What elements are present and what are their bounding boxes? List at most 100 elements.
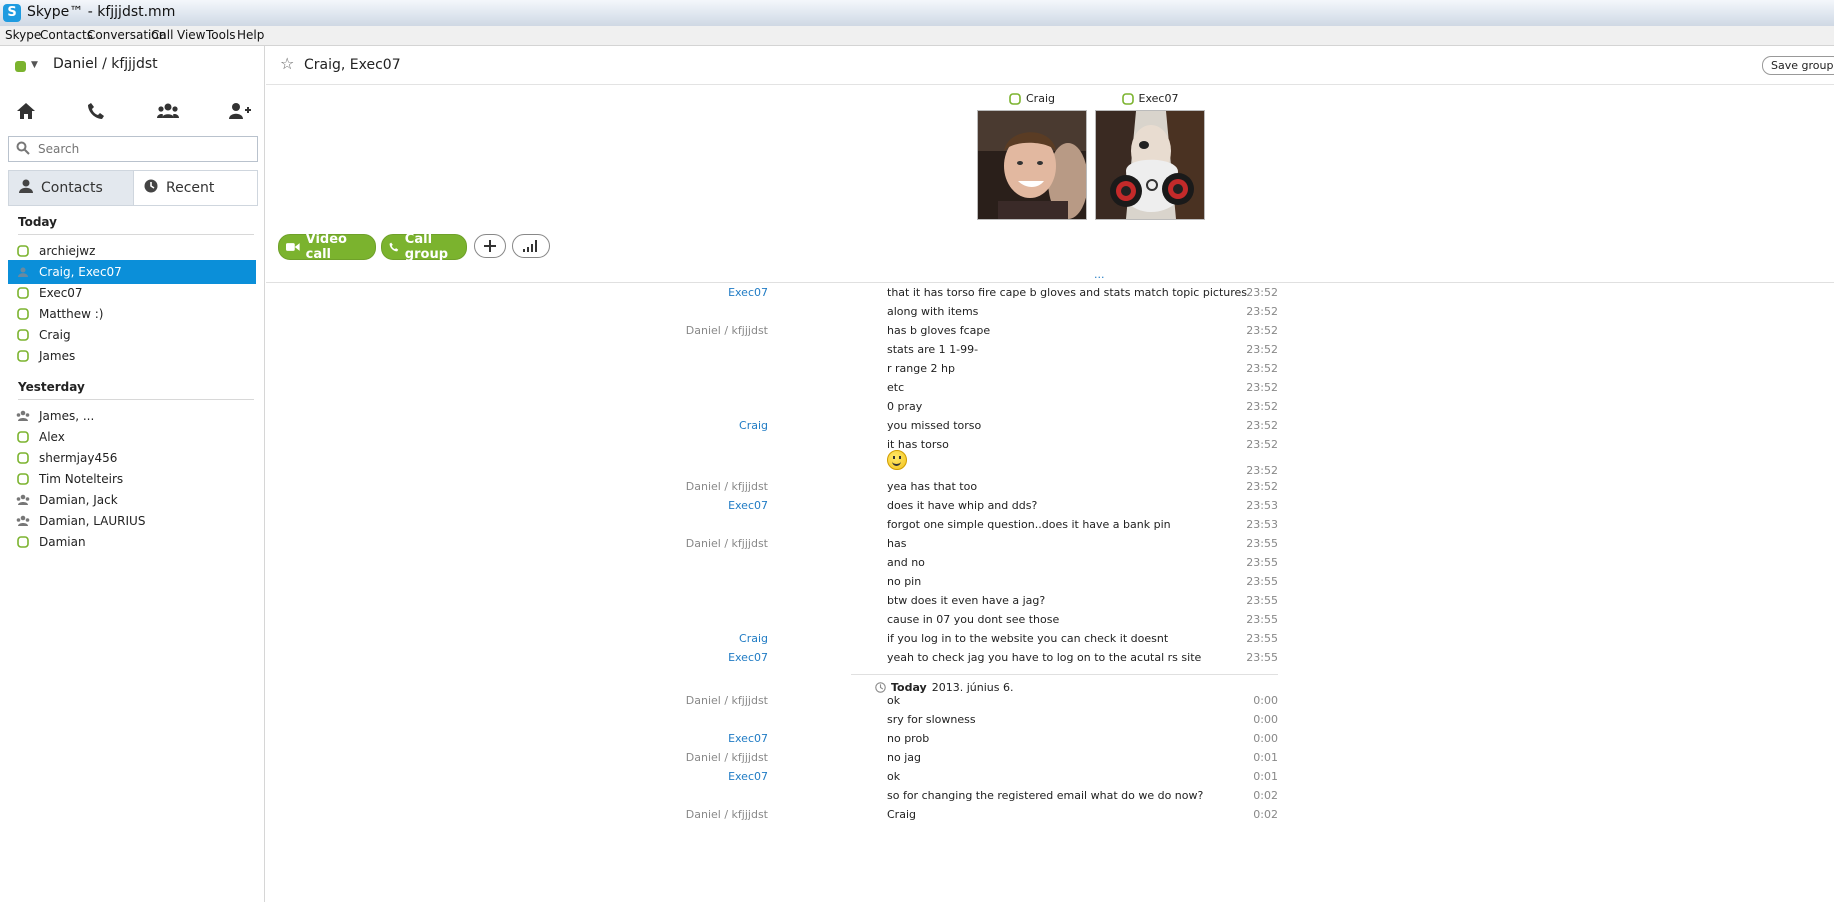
message-text: no jag <box>887 751 921 764</box>
avatar <box>1095 110 1205 220</box>
chat-message: sry for slowness 0:00 <box>266 713 1834 733</box>
phone-icon <box>389 242 399 252</box>
list-item[interactable]: Damian <box>8 530 256 554</box>
group-contacts-icon <box>16 515 30 526</box>
message-sender[interactable]: Exec07 <box>728 732 768 745</box>
search-box[interactable] <box>8 136 258 162</box>
list-item-label: James <box>39 349 76 363</box>
message-time: 23:52 <box>1246 324 1278 337</box>
message-time: 23:52 <box>1246 464 1278 477</box>
chat-message: Craig if you log in to the website you c… <box>266 632 1834 652</box>
message-time: 23:55 <box>1246 651 1278 664</box>
group-header-yesterday: Yesterday <box>18 380 85 394</box>
message-sender[interactable]: Exec07 <box>728 286 768 299</box>
message-text: yea has that too <box>887 480 978 493</box>
participant-card[interactable]: Craig <box>977 92 1088 223</box>
add-button[interactable] <box>474 234 506 258</box>
chat-message: Exec07 does it have whip and dds? 23:53 <box>266 499 1834 519</box>
message-sender[interactable]: Exec07 <box>728 770 768 783</box>
message-text: does it have whip and dds? <box>887 499 1038 512</box>
skype-logo-icon: S <box>3 4 21 22</box>
list-item[interactable]: James <box>8 344 256 368</box>
search-input[interactable] <box>36 139 250 159</box>
online-status-icon <box>1009 92 1021 105</box>
tab-recent-label: Recent <box>166 180 215 196</box>
menu-bar: Skype Contacts Conversation Call View To… <box>0 26 1834 46</box>
online-status-icon <box>17 350 29 362</box>
message-sender[interactable]: Craig <box>739 632 768 645</box>
chat-message: no pin 23:55 <box>266 575 1834 595</box>
list-item-label: Damian <box>39 535 86 549</box>
message-time: 0:02 <box>1253 808 1278 821</box>
clock-icon <box>875 682 886 693</box>
message-sender[interactable]: Daniel / kfjjjdst <box>686 537 768 550</box>
save-group-button[interactable]: Save group in <box>1762 56 1834 75</box>
message-sender[interactable]: Daniel / kfjjjdst <box>686 694 768 707</box>
chat-message: Daniel / kfjjjdst Craig 0:02 <box>266 808 1834 828</box>
message-sender[interactable]: Daniel / kfjjjdst <box>686 324 768 337</box>
chat-message: etc 23:52 <box>266 381 1834 401</box>
message-sender[interactable]: Daniel / kfjjjdst <box>686 751 768 764</box>
menu-tools[interactable]: Tools <box>206 28 236 42</box>
online-status-icon <box>17 245 29 257</box>
conversation-title: Craig, Exec07 <box>304 57 401 73</box>
chat-message: btw does it even have a jag? 23:55 <box>266 594 1834 614</box>
participant-card[interactable]: Exec07 <box>1095 92 1205 223</box>
message-text: no pin <box>887 575 922 588</box>
online-status-icon <box>17 287 29 299</box>
message-time: 23:55 <box>1246 556 1278 569</box>
list-item-label: Alex <box>39 430 65 444</box>
chevron-down-icon[interactable]: ▼ <box>31 60 38 70</box>
add-contact-icon[interactable] <box>225 96 255 126</box>
message-text: that it has torso fire cape b gloves and… <box>887 286 1248 299</box>
star-icon[interactable]: ☆ <box>280 54 294 73</box>
date-separator-day: Today <box>891 681 927 694</box>
message-time: 23:53 <box>1246 518 1278 531</box>
menu-view[interactable]: View <box>177 28 205 42</box>
home-icon[interactable] <box>11 96 41 126</box>
message-time: 0:00 <box>1253 694 1278 707</box>
phone-icon[interactable] <box>81 96 111 126</box>
message-time: 0:00 <box>1253 732 1278 745</box>
call-group-label: Call group <box>404 232 449 262</box>
user-status-row[interactable]: ▼ Daniel / kfjjjdst <box>0 46 264 86</box>
divider <box>851 674 1278 675</box>
divider <box>18 399 254 400</box>
message-text: so for changing the registered email wha… <box>887 789 1204 802</box>
group-contacts-icon <box>16 410 30 421</box>
message-sender[interactable]: Craig <box>739 419 768 432</box>
conversation-header: ☆ Craig, Exec07 Save group in <box>266 46 1834 85</box>
message-sender[interactable]: Exec07 <box>728 651 768 664</box>
menu-help[interactable]: Help <box>237 28 264 42</box>
sidebar: ▼ Daniel / kfjjjdst Contacts <box>0 46 272 902</box>
menu-skype[interactable]: Skype <box>5 28 41 42</box>
menu-contacts[interactable]: Contacts <box>40 28 93 42</box>
call-quality-button[interactable] <box>512 234 550 258</box>
call-group-button[interactable]: Call group <box>381 232 467 262</box>
divider <box>18 234 254 235</box>
user-name[interactable]: Daniel / kfjjjdst <box>53 56 158 72</box>
message-time: 23:52 <box>1246 400 1278 413</box>
tab-contacts[interactable]: Contacts <box>9 171 134 205</box>
message-sender[interactable]: Daniel / kfjjjdst <box>686 808 768 821</box>
message-text: along with items <box>887 305 979 318</box>
tab-contacts-label: Contacts <box>41 180 103 196</box>
menu-call[interactable]: Call <box>151 28 173 42</box>
message-text: ok <box>887 770 901 783</box>
tab-recent[interactable]: Recent <box>134 171 257 205</box>
message-sender[interactable]: Exec07 <box>728 499 768 512</box>
video-call-button[interactable]: Video call <box>278 232 376 262</box>
divider <box>266 282 1834 283</box>
message-sender[interactable]: Daniel / kfjjjdst <box>686 480 768 493</box>
list-item-label: shermjay456 <box>39 451 118 465</box>
message-time: 23:52 <box>1246 362 1278 375</box>
list-item-label: Damian, LAURIUS <box>39 514 146 528</box>
chat-message: so for changing the registered email wha… <box>266 789 1834 809</box>
chat-message: Daniel / kfjjjdst no jag 0:01 <box>266 751 1834 771</box>
online-status-icon[interactable] <box>15 61 26 72</box>
load-more-link[interactable]: ... <box>1094 268 1105 281</box>
group-contacts-icon[interactable] <box>153 96 183 126</box>
group-contacts-icon <box>18 267 28 277</box>
message-text: sry for slowness <box>887 713 976 726</box>
message-text: btw does it even have a jag? <box>887 594 1046 607</box>
